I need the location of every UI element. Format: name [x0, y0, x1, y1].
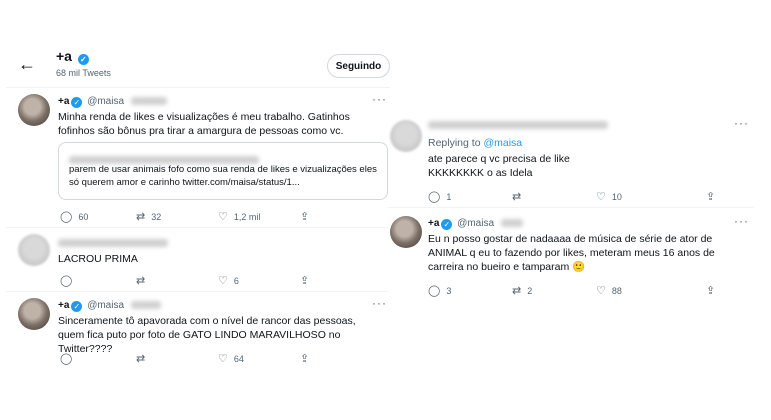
- share-button[interactable]: ⇪: [706, 284, 715, 297]
- tweet-text-line: KKKKKKKK o as Idela: [428, 167, 533, 179]
- avatar[interactable]: [18, 298, 50, 330]
- retweet-button[interactable]: ⇄: [136, 274, 218, 287]
- tweet-text: Sinceramente tô apavorada com o nível de…: [58, 315, 356, 355]
- profile-header: ← +a ✓ 68 mil Tweets Seguindo: [6, 42, 390, 88]
- replying-to-link[interactable]: @maisa: [483, 137, 522, 149]
- retweet-icon: ⇄: [512, 191, 522, 203]
- tweet-author: [58, 238, 168, 249]
- tweet-actions: ◯ ⇄ ♡ 64 ⇪: [60, 352, 309, 365]
- tweet[interactable]: +a ✓ @maisa ··· Minha renda de likes e vi…: [6, 88, 390, 228]
- reply-button[interactable]: ◯ 3: [428, 284, 512, 297]
- share-icon: ⇪: [300, 211, 310, 223]
- avatar[interactable]: [390, 120, 422, 152]
- more-icon[interactable]: ···: [372, 296, 387, 310]
- tweet-author: +a ✓ @maisa: [58, 96, 167, 108]
- retweet-icon: ⇄: [136, 211, 146, 223]
- tweet-text: LACROU PRIMA: [58, 253, 138, 265]
- reply-button[interactable]: ◯ 1: [428, 190, 512, 203]
- quoted-tweet[interactable]: parem de usar animais fofo como sua rend…: [58, 142, 388, 200]
- more-icon[interactable]: ···: [734, 214, 749, 228]
- tweet-author: +a ✓ @maisa: [58, 300, 161, 312]
- reply-button[interactable]: ◯: [60, 352, 136, 365]
- tweet-actions: ◯ ⇄ ♡ 6 ⇪: [60, 274, 309, 287]
- blurred-date: [130, 97, 167, 106]
- verified-icon: ✓: [71, 97, 83, 108]
- profile-name: +a ✓: [56, 48, 91, 65]
- verified-icon: ✓: [441, 219, 453, 230]
- tweet[interactable]: +a ✓ @maisa ··· Eu n posso gostar de nada…: [388, 208, 753, 308]
- like-button[interactable]: ♡ 10: [596, 190, 706, 203]
- heart-icon: ♡: [218, 211, 228, 223]
- following-button[interactable]: Seguindo: [327, 54, 390, 78]
- retweet-button[interactable]: ⇄: [512, 190, 596, 203]
- avatar[interactable]: [390, 216, 422, 248]
- share-icon: ⇪: [706, 191, 716, 203]
- avatar[interactable]: [18, 234, 50, 266]
- heart-icon: ♡: [596, 285, 606, 297]
- like-button[interactable]: ♡ 88: [596, 284, 706, 297]
- retweet-icon: ⇄: [136, 275, 146, 287]
- share-button[interactable]: ⇪: [706, 190, 715, 203]
- blurred-author: [428, 121, 608, 130]
- replying-to: Replying to @maisa: [428, 137, 523, 149]
- tweet-text-line: ate parece q vc precisa de like: [428, 153, 570, 165]
- share-button[interactable]: ⇪: [300, 210, 309, 223]
- tweet-actions: ◯ 60 ⇄ 32 ♡ 1,2 mil ⇪: [60, 210, 309, 223]
- like-button[interactable]: ♡ 6: [218, 274, 300, 287]
- left-screenshot: ← +a ✓ 68 mil Tweets Seguindo +a ✓ @maisa…: [6, 42, 390, 372]
- tweet-text: Eu n posso gostar de nadaaaa de música d…: [428, 233, 715, 273]
- tweet-author: +a ✓ @maisa: [428, 218, 523, 230]
- like-button[interactable]: ♡ 1,2 mil: [218, 210, 300, 223]
- reply-icon: ◯: [60, 211, 73, 223]
- heart-icon: ♡: [218, 275, 228, 287]
- back-arrow-icon[interactable]: ←: [18, 54, 36, 75]
- verified-icon: ✓: [71, 301, 83, 312]
- like-button[interactable]: ♡ 64: [218, 352, 300, 365]
- avatar[interactable]: [18, 94, 50, 126]
- blurred-date: [500, 219, 523, 228]
- tweet-text: Minha renda de likes e visualizações é m…: [58, 111, 350, 137]
- share-icon: ⇪: [300, 353, 310, 365]
- retweet-button[interactable]: ⇄ 32: [136, 210, 218, 223]
- tweet[interactable]: +a ✓ @maisa ··· Sinceramente tô apavorada…: [6, 292, 390, 372]
- retweet-button[interactable]: ⇄ 2: [512, 284, 596, 297]
- tweet-count: 68 mil Tweets: [56, 68, 111, 78]
- share-icon: ⇪: [706, 285, 716, 297]
- reply-icon: ◯: [428, 191, 441, 203]
- retweet-icon: ⇄: [512, 285, 522, 297]
- reply-button[interactable]: ◯ 60: [60, 210, 136, 223]
- tweet-author: [428, 120, 608, 131]
- reply-icon: ◯: [428, 285, 441, 297]
- verified-icon: ✓: [77, 54, 89, 65]
- share-icon: ⇪: [300, 275, 310, 287]
- tweet[interactable]: ··· Replying to @maisa ate parece q vc p…: [388, 110, 753, 208]
- reply-icon: ◯: [60, 275, 73, 287]
- reply-button[interactable]: ◯: [60, 274, 136, 287]
- tweet-actions: ◯ 3 ⇄ 2 ♡ 88 ⇪: [428, 284, 715, 297]
- more-icon[interactable]: ···: [372, 92, 387, 106]
- quoted-text: parem de usar animais fofo como sua rend…: [69, 164, 377, 188]
- retweet-button[interactable]: ⇄: [136, 352, 218, 365]
- share-button[interactable]: ⇪: [300, 352, 309, 365]
- heart-icon: ♡: [596, 191, 606, 203]
- more-icon[interactable]: ···: [734, 116, 749, 130]
- tweet-actions: ◯ 1 ⇄ ♡ 10 ⇪: [428, 190, 715, 203]
- share-button[interactable]: ⇪: [300, 274, 309, 287]
- right-screenshot: ··· Replying to @maisa ate parece q vc p…: [388, 110, 753, 310]
- blurred-date: [130, 301, 161, 310]
- tweet[interactable]: LACROU PRIMA ◯ ⇄ ♡ 6 ⇪: [6, 228, 390, 292]
- heart-icon: ♡: [218, 353, 228, 365]
- reply-icon: ◯: [60, 353, 73, 365]
- retweet-icon: ⇄: [136, 353, 146, 365]
- blurred-author: [58, 239, 168, 248]
